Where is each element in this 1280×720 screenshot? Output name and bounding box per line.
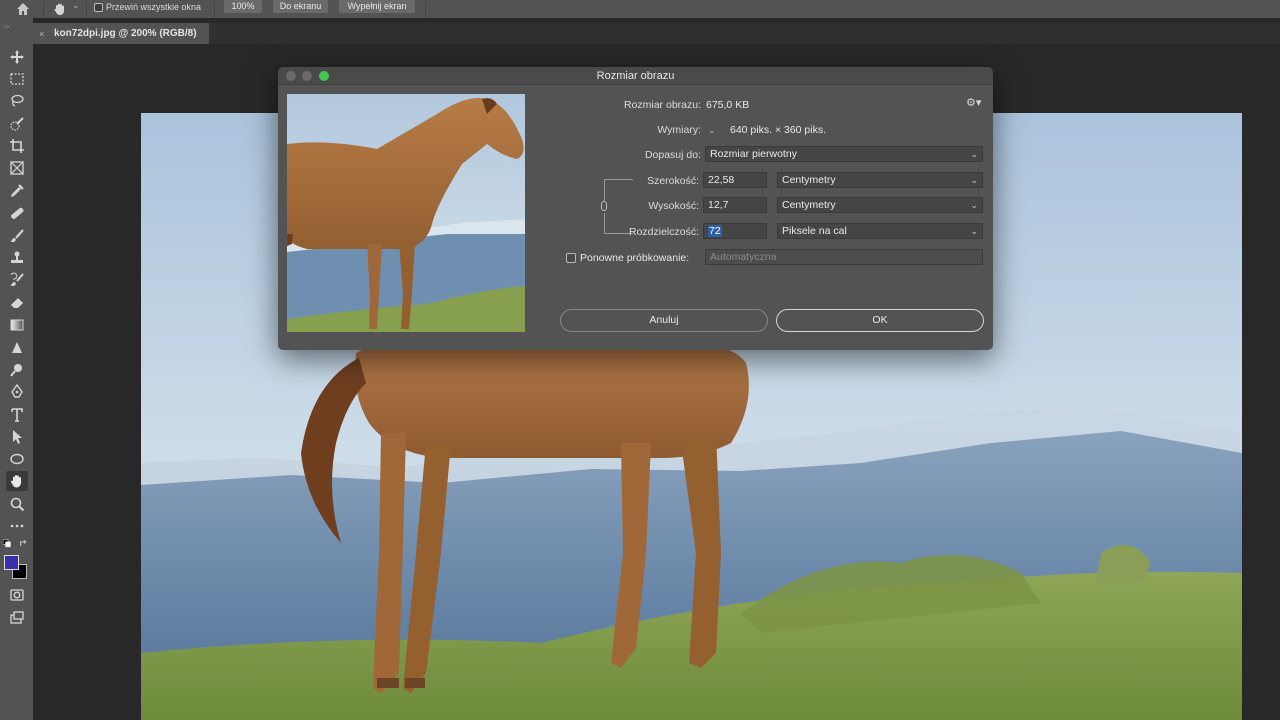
eyedropper-tool-icon[interactable]	[6, 181, 28, 201]
width-input[interactable]: 22,58	[703, 172, 767, 188]
more-tools-icon[interactable]	[6, 516, 28, 536]
healing-brush-tool-icon[interactable]	[6, 203, 28, 223]
resolution-unit-select[interactable]: Piksele na cal ⌄	[777, 223, 983, 239]
width-label: Szerokość:	[647, 175, 699, 187]
chevron-down-icon: ⌄	[970, 200, 978, 210]
type-tool-icon[interactable]	[6, 405, 28, 425]
options-separator	[86, 1, 87, 17]
fit-screen-button[interactable]: Do ekranu	[273, 0, 328, 13]
eraser-tool-icon[interactable]	[6, 293, 28, 313]
pen-tool-icon[interactable]	[6, 382, 28, 402]
dodge-tool-icon[interactable]	[6, 360, 28, 380]
resolution-label: Rozdzielczość:	[628, 226, 699, 238]
chevron-down-icon[interactable]: ⌄	[72, 0, 80, 11]
image-size-value: 675,0 KB	[706, 99, 750, 111]
brush-tool-icon[interactable]	[6, 226, 28, 246]
image-preview[interactable]	[287, 94, 525, 332]
lasso-tool-icon[interactable]	[6, 91, 28, 111]
resolution-unit-value: Piksele na cal	[782, 225, 847, 237]
chevron-down-icon: ⌄	[970, 149, 978, 159]
zoom-tool-icon[interactable]	[6, 494, 28, 514]
dimensions-label: Wymiary:	[657, 124, 701, 136]
default-colors-icon[interactable]	[2, 538, 14, 548]
dialog-titlebar[interactable]: Rozmiar obrazu	[278, 67, 993, 85]
resample-value: Automatyczna	[710, 251, 777, 263]
height-unit-select[interactable]: Centymetry ⌄	[777, 197, 983, 213]
preview-image	[287, 94, 525, 332]
clone-stamp-tool-icon[interactable]	[6, 248, 28, 268]
document-tab-strip: × kon72dpi.jpg @ 200% (RGB/8)	[33, 23, 1280, 44]
path-selection-tool-icon[interactable]	[6, 427, 28, 447]
fit-to-value: Rozmiar pierwotny	[710, 148, 797, 160]
image-size-dialog: Rozmiar obrazu ⚙▾ Rozmiar obrazu: 675,0 …	[278, 67, 993, 350]
scroll-all-windows-label: Przewiń wszystkie okna	[106, 2, 202, 12]
marquee-tool-icon[interactable]	[6, 69, 28, 89]
options-separator	[214, 1, 215, 17]
panel-grip[interactable]: ››	[4, 22, 9, 31]
ok-button[interactable]: OK	[776, 309, 984, 332]
tools-panel: ››	[0, 18, 33, 720]
document-tab[interactable]: × kon72dpi.jpg @ 200% (RGB/8)	[33, 23, 209, 44]
gear-icon[interactable]: ⚙▾	[966, 96, 981, 109]
hand-tool-icon[interactable]	[53, 0, 67, 21]
scroll-all-windows-checkbox[interactable]	[94, 3, 103, 12]
quick-selection-tool-icon[interactable]	[6, 114, 28, 134]
home-icon[interactable]	[16, 0, 32, 18]
cancel-button[interactable]: Anuluj	[560, 309, 768, 332]
height-unit-value: Centymetry	[782, 199, 836, 211]
resample-checkbox[interactable]	[566, 253, 576, 263]
height-label: Wysokość:	[648, 200, 699, 212]
document-tab-title: kon72dpi.jpg @ 200% (RGB/8)	[54, 28, 197, 39]
chevron-down-icon[interactable]: ⌄	[708, 122, 716, 138]
link-bracket-top	[604, 179, 633, 201]
resample-label: Ponowne próbkowanie:	[580, 252, 690, 264]
resolution-selected-text: 72	[708, 225, 722, 237]
image-size-label: Rozmiar obrazu:	[623, 99, 701, 111]
fill-screen-button[interactable]: Wypełnij ekran	[339, 0, 415, 13]
gradient-tool-icon[interactable]	[6, 315, 28, 335]
frame-tool-icon[interactable]	[6, 158, 28, 178]
dimensions-value: 640 piks. × 360 piks.	[730, 124, 827, 136]
fit-to-select[interactable]: Rozmiar pierwotny ⌄	[705, 146, 983, 162]
chevron-down-icon: ⌄	[970, 175, 978, 185]
screen-mode-icon[interactable]	[6, 608, 28, 628]
history-brush-tool-icon[interactable]	[6, 270, 28, 290]
width-unit-value: Centymetry	[782, 174, 836, 186]
hand-tool-icon[interactable]	[6, 471, 28, 491]
options-separator	[43, 1, 44, 17]
quick-mask-icon[interactable]	[6, 585, 28, 605]
dialog-title: Rozmiar obrazu	[596, 70, 675, 82]
swap-colors-icon[interactable]	[18, 538, 30, 548]
link-constrain-icon[interactable]	[601, 201, 607, 211]
close-icon[interactable]: ×	[39, 29, 49, 39]
move-tool-icon[interactable]	[6, 47, 28, 67]
photoshop-window: ⌄ Przewiń wszystkie okna 100% Do ekranu …	[0, 0, 1280, 720]
resample-select[interactable]: Automatyczna	[705, 249, 983, 265]
foreground-color-swatch[interactable]	[4, 555, 19, 570]
options-bar: ⌄ Przewiń wszystkie okna 100% Do ekranu …	[0, 0, 1280, 18]
width-unit-select[interactable]: Centymetry ⌄	[777, 172, 983, 188]
crop-tool-icon[interactable]	[6, 136, 28, 156]
fit-to-label: Dopasuj do:	[644, 149, 701, 161]
resolution-input[interactable]: 72	[703, 223, 767, 239]
options-separator	[425, 1, 426, 17]
ellipse-tool-icon[interactable]	[6, 449, 28, 469]
height-input[interactable]: 12,7	[703, 197, 767, 213]
blur-tool-icon[interactable]	[6, 338, 28, 358]
chevron-down-icon: ⌄	[970, 226, 978, 236]
zoom-100-button[interactable]: 100%	[224, 0, 262, 13]
